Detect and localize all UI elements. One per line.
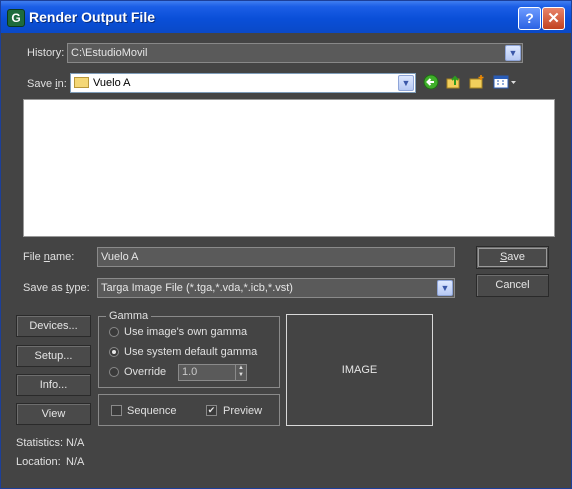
chevron-down-icon[interactable]: ▼	[437, 280, 453, 296]
app-icon: G	[7, 9, 25, 27]
gamma-image-radio[interactable]	[109, 327, 119, 337]
info-button[interactable]: Info...	[16, 374, 91, 396]
gamma-legend: Gamma	[106, 310, 152, 322]
help-button[interactable]: ?	[518, 7, 541, 30]
gamma-system-label[interactable]: Use system default gamma	[124, 346, 257, 358]
file-name-input[interactable]: Vuelo A	[97, 247, 455, 267]
statistics-value: N/A	[66, 437, 85, 449]
preview-checkbox[interactable]: ✔	[206, 405, 217, 416]
gamma-override-label[interactable]: Override	[124, 366, 166, 378]
save-in-value: Vuelo A	[93, 77, 131, 89]
chevron-down-icon[interactable]: ▼	[505, 45, 521, 61]
statistics-label: Statistics:	[16, 437, 64, 449]
override-gamma-spinner[interactable]: 1.0 ▲ ▼	[178, 364, 247, 381]
image-preview: IMAGE	[286, 314, 433, 426]
save-as-type-value: Targa Image File (*.tga,*.vda,*.icb,*.vs…	[101, 282, 293, 294]
checkmark-icon: ✔	[207, 405, 216, 415]
save-button[interactable]: Save	[476, 246, 549, 269]
close-icon: ✕	[547, 10, 560, 27]
history-label: History:	[27, 47, 65, 59]
save-in-label: Save in:	[27, 78, 67, 90]
up-folder-icon[interactable]	[445, 74, 463, 92]
override-gamma-value: 1.0	[182, 366, 198, 378]
help-icon: ?	[525, 10, 534, 26]
setup-button[interactable]: Setup...	[16, 345, 91, 367]
cancel-button[interactable]: Cancel	[476, 274, 549, 297]
save-as-type-label: Save as type:	[23, 282, 90, 294]
location-value: N/A	[66, 456, 85, 468]
sequence-label[interactable]: Sequence	[127, 405, 177, 417]
file-list[interactable]	[23, 99, 555, 237]
view-menu-icon[interactable]	[492, 74, 518, 92]
location-label: Location:	[16, 456, 61, 468]
gamma-system-radio[interactable]	[109, 347, 119, 357]
new-folder-icon[interactable]	[468, 74, 486, 92]
file-name-label: File name:	[23, 251, 75, 263]
folder-icon	[74, 76, 89, 88]
render-output-dialog: G Render Output File ? ✕ History: C:\Est…	[0, 0, 572, 489]
title-bar[interactable]: G Render Output File ? ✕	[1, 1, 571, 33]
history-value: C:\EstudioMovil	[71, 47, 148, 59]
spinner-arrows-icon[interactable]: ▲ ▼	[235, 365, 246, 380]
close-button[interactable]: ✕	[542, 7, 565, 30]
history-dropdown[interactable]: C:\EstudioMovil ▼	[67, 43, 523, 63]
devices-button[interactable]: Devices...	[16, 315, 91, 337]
save-in-dropdown[interactable]: Vuelo A ▼	[70, 73, 416, 93]
chevron-down-icon[interactable]: ▼	[398, 75, 414, 91]
sequence-checkbox[interactable]	[111, 405, 122, 416]
view-button[interactable]: View	[16, 403, 91, 425]
back-arrow-icon[interactable]	[422, 74, 440, 92]
save-as-type-dropdown[interactable]: Targa Image File (*.tga,*.vda,*.icb,*.vs…	[97, 278, 455, 298]
gamma-image-label[interactable]: Use image's own gamma	[124, 326, 247, 338]
gamma-override-radio[interactable]	[109, 367, 119, 377]
window-title: Render Output File	[29, 9, 155, 25]
preview-label[interactable]: Preview	[223, 405, 262, 417]
image-placeholder-label: IMAGE	[341, 364, 378, 376]
